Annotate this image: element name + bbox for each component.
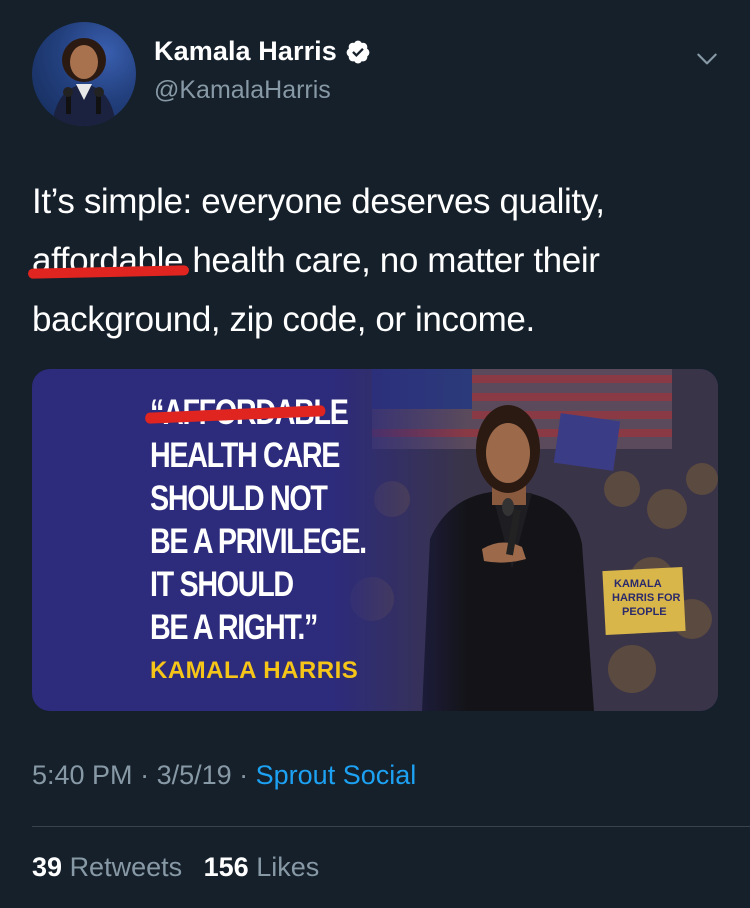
chevron-down-icon[interactable] <box>694 46 720 72</box>
verified-badge-icon <box>346 40 370 63</box>
likes-label: Likes <box>256 852 320 882</box>
tweet-text-start: It’s simple: everyone deserves quality, <box>32 182 605 221</box>
retweets-label: Retweets <box>69 852 183 882</box>
struck-word: affordable <box>32 241 184 280</box>
quote-attribution: KAMALA HARRIS <box>150 657 359 684</box>
meta-separator: · <box>231 760 256 790</box>
tweet-date[interactable]: 3/5/19 <box>157 760 232 790</box>
quote-struck-line: “AFFORDABLE <box>150 391 388 434</box>
tweet-source-link[interactable]: Sprout Social <box>256 760 417 790</box>
tweet-media-image[interactable]: KAMALA HARRIS FOR PEOPLE “AFFORDABLE HEA… <box>32 369 718 711</box>
meta-separator: · <box>132 760 157 790</box>
quote-line: HEALTH CARE <box>150 436 340 475</box>
author-handle[interactable]: @KamalaHarris <box>154 76 331 105</box>
divider <box>32 826 750 827</box>
author-row: Kamala Harris <box>154 36 371 67</box>
quote-line: BE A RIGHT.” <box>150 608 318 647</box>
tweet-time: 5:40 PM <box>32 760 133 790</box>
likes-stat[interactable]: 156 Likes <box>204 852 320 882</box>
quote-line: SHOULD NOT <box>150 479 328 518</box>
tweet-meta: 5:40 PM · 3/5/19 · Sprout Social <box>32 760 416 791</box>
quote-overlay: “AFFORDABLE HEALTH CARE SHOULD NOT BE A … <box>150 391 440 685</box>
likes-count: 156 <box>203 852 249 882</box>
author-name[interactable]: Kamala Harris <box>154 36 337 67</box>
avatar[interactable] <box>32 22 136 126</box>
quote-line: BE A PRIVILEGE. <box>150 522 367 561</box>
tweet-body: It’s simple: everyone deserves quality, … <box>32 172 712 349</box>
retweets-count: 39 <box>32 852 63 882</box>
retweets-stat[interactable]: 39 Retweets <box>32 852 182 882</box>
tweet-header: Kamala Harris @KamalaHarris <box>32 22 722 126</box>
tweet-stats: 39 Retweets 156 Likes <box>32 852 333 883</box>
quote-line: IT SHOULD <box>150 565 294 604</box>
